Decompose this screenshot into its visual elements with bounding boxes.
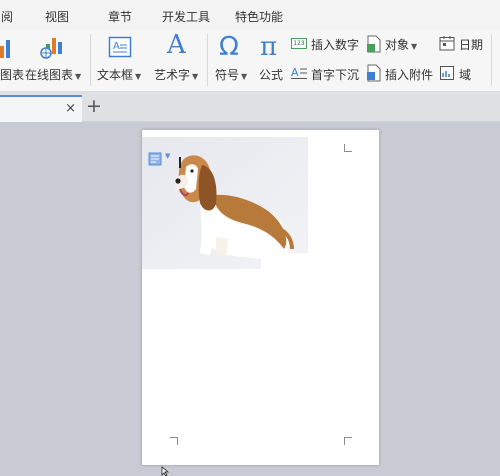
tab-review[interactable]: 阅 — [1, 8, 13, 25]
ribbon-divider — [491, 34, 492, 86]
document-tab[interactable]: × — [0, 95, 82, 122]
chevron-down-icon: ▼ — [135, 72, 142, 81]
chevron-down-icon: ▼ — [75, 72, 82, 81]
margin-corner-mark — [344, 437, 352, 445]
new-tab-button[interactable]: + — [86, 95, 102, 117]
margin-corner-mark — [170, 437, 178, 445]
number-icon: 123 — [291, 38, 307, 49]
textbox-icon: A — [108, 36, 132, 58]
close-icon[interactable]: × — [65, 101, 76, 116]
wordart-label: 艺术字 — [154, 68, 191, 82]
svg-text:A: A — [113, 41, 120, 52]
chevron-down-icon: ▼ — [411, 42, 418, 51]
mouse-pointer-icon — [161, 466, 170, 476]
chart-label: 图表 — [0, 68, 25, 82]
image-crop-gap — [261, 253, 309, 273]
svg-text:A: A — [291, 66, 299, 79]
ribbon-divider — [207, 34, 208, 86]
textbox-label: 文本框 — [97, 68, 134, 82]
calendar-icon — [439, 36, 455, 51]
attachment-icon — [367, 64, 381, 82]
symbol-label: 符号 — [215, 68, 240, 82]
document-canvas: ▼ — [0, 122, 500, 476]
chevron-down-icon[interactable]: ▼ — [165, 152, 170, 160]
object-icon — [367, 35, 381, 53]
layout-options-icon[interactable] — [148, 152, 162, 166]
field-label: 域 — [459, 68, 472, 82]
tab-chapter[interactable]: 章节 — [108, 8, 132, 25]
document-page[interactable]: ▼ — [142, 130, 379, 465]
dropcap-icon: A — [291, 66, 307, 79]
date-label: 日期 — [459, 38, 484, 52]
wordart-icon: A — [167, 30, 186, 60]
inserted-dog-image[interactable]: ▼ — [142, 137, 308, 269]
chevron-down-icon: ▼ — [192, 72, 199, 81]
pi-icon: π — [260, 32, 278, 62]
insert-number-label: 插入数字 — [311, 38, 360, 52]
margin-corner-mark — [344, 144, 352, 152]
omega-icon: Ω — [219, 32, 239, 62]
object-label: 对象 — [385, 38, 410, 52]
menu-bar: 阅 视图 章节 开发工具 特色功能 — [0, 0, 500, 30]
field-icon — [440, 66, 454, 80]
online-chart-label: 在线图表 — [25, 68, 74, 82]
ribbon-divider — [90, 34, 91, 86]
ribbon-toolbar: 图表 在线图表 ▼ A 文本框 ▼ A 艺术字 ▼ Ω 符号 ▼ π 公式 12… — [0, 30, 500, 92]
document-tab-strip: × + — [0, 92, 500, 122]
chart-icon — [0, 40, 10, 58]
tab-special-features[interactable]: 特色功能 — [235, 8, 283, 25]
insert-attachment-label: 插入附件 — [385, 68, 434, 82]
online-chart-icon — [40, 38, 62, 59]
dropcap-label: 首字下沉 — [311, 68, 360, 82]
chevron-down-icon: ▼ — [241, 72, 248, 81]
tab-view[interactable]: 视图 — [45, 8, 69, 25]
text-cursor — [179, 157, 181, 168]
formula-label: 公式 — [259, 68, 284, 82]
tab-developer-tools[interactable]: 开发工具 — [162, 8, 210, 25]
